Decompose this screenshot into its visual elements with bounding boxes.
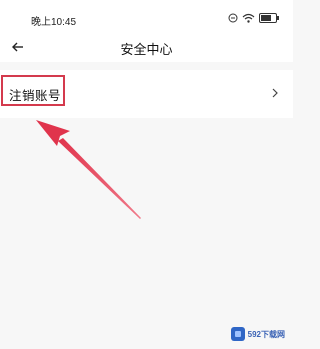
watermark-text: 592下载网 bbox=[247, 329, 285, 339]
nav-bar: 安全中心 bbox=[0, 34, 293, 62]
page-title: 安全中心 bbox=[120, 43, 173, 58]
status-time: 晚上10:45 bbox=[31, 17, 77, 28]
annotation-highlight-box bbox=[1, 75, 65, 106]
watermark-logo-icon bbox=[230, 327, 245, 341]
status-icons bbox=[228, 13, 279, 23]
watermark: 592下载网 bbox=[230, 327, 285, 341]
dnd-icon bbox=[228, 13, 238, 23]
chevron-right-icon bbox=[272, 88, 278, 98]
status-bar: 晚上10:45 bbox=[0, 0, 293, 34]
battery-icon bbox=[259, 13, 279, 23]
wifi-icon bbox=[242, 13, 255, 23]
